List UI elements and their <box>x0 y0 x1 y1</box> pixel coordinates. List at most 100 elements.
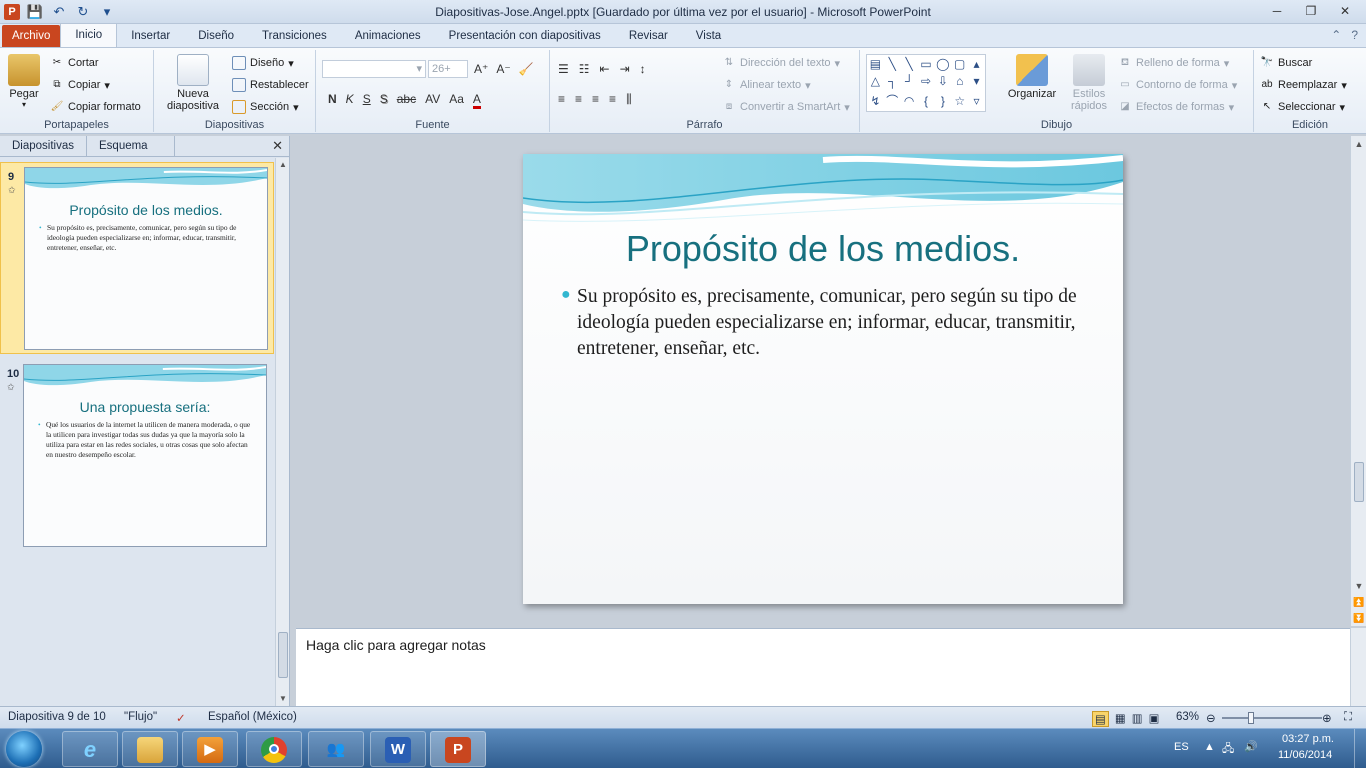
numbering-icon[interactable]: ☷ <box>579 62 590 76</box>
close-icon[interactable]: ✕ <box>1328 1 1362 21</box>
bold-button[interactable]: N <box>328 92 337 109</box>
fit-to-window-icon[interactable]: ⛶ <box>1344 711 1352 724</box>
grow-font-icon[interactable]: A⁺ <box>474 62 488 76</box>
slides-panel-scrollbar[interactable]: ▲ ▼ <box>275 158 289 706</box>
decrease-indent-icon[interactable]: ⇤ <box>600 62 610 76</box>
clock-time[interactable]: 03:27 p.m. <box>1282 733 1334 745</box>
tab-diapositivas[interactable]: Diapositivas <box>0 136 87 156</box>
normal-view-icon[interactable]: ▤ <box>1092 711 1109 727</box>
arrow-down-shape-icon[interactable]: ⇩ <box>938 74 948 88</box>
line-shape-icon[interactable]: ╲ <box>906 57 913 71</box>
more-shapes-icon[interactable]: ▿ <box>974 94 980 108</box>
strikethrough-button[interactable]: abc <box>397 92 416 109</box>
scroll-up-icon[interactable]: ▴ <box>974 57 980 71</box>
star-shape-icon[interactable]: ☆ <box>954 94 965 108</box>
align-right-icon[interactable]: ≡ <box>592 92 599 107</box>
clock-date[interactable]: 11/06/2014 <box>1278 749 1332 761</box>
change-case-button[interactable]: Aa <box>449 92 464 109</box>
brace-left-shape-icon[interactable]: { <box>924 94 928 108</box>
shape-effects-button[interactable]: ◪ Efectos de formas ▾ <box>1118 100 1234 114</box>
slide-sorter-icon[interactable]: ▦ <box>1115 711 1126 727</box>
textbox-shape-icon[interactable]: ▤ <box>870 57 881 71</box>
taskbar-word[interactable]: W <box>370 731 426 767</box>
show-hidden-icons-icon[interactable]: ▲ <box>1204 741 1215 753</box>
quick-styles-button[interactable]: Estilos rápidos <box>1064 54 1114 112</box>
freeform-shape-icon[interactable]: ↯ <box>870 94 880 108</box>
network-icon[interactable]: 🖧 <box>1222 740 1234 759</box>
slide-thumbnail[interactable]: Una propuesta sería: Qué los usuarios de… <box>23 364 267 547</box>
shapes-gallery[interactable]: ▤ ╲ ╲ ▭ ◯ ▢ ▴ △ ┐ ┘ ⇨ ⇩ ⌂ ▾ ↯ ⌒ ◠ { } ☆ … <box>866 54 986 112</box>
arc-shape-icon[interactable]: ◠ <box>904 94 914 108</box>
close-panel-icon[interactable]: ✕ <box>272 138 283 154</box>
line-spacing-icon[interactable]: ↕ <box>640 62 646 76</box>
zoom-out-icon[interactable]: ⊖ <box>1206 711 1216 725</box>
clear-format-icon[interactable]: 🧹 <box>519 62 534 76</box>
taskbar-media-player[interactable]: ▶ <box>182 731 238 767</box>
tab-archivo[interactable]: Archivo <box>2 25 61 47</box>
line-shape-icon[interactable]: ╲ <box>889 57 896 71</box>
convert-smartart-button[interactable]: ⧈ Convertir a SmartArt ▾ <box>722 100 850 114</box>
bullets-icon[interactable]: ☰ <box>558 62 569 76</box>
layout-button[interactable]: Diseño ▾ <box>232 56 294 70</box>
new-slide-button[interactable]: Nueva diapositiva <box>160 54 226 112</box>
minimize-icon[interactable]: ─ <box>1260 1 1294 21</box>
spacing-button[interactable]: AV <box>425 92 440 109</box>
scrollbar-thumb[interactable] <box>1354 462 1364 502</box>
connector-shape-icon[interactable]: ┐ <box>888 74 897 88</box>
taskbar-chrome[interactable] <box>246 731 302 767</box>
brace-right-shape-icon[interactable]: } <box>941 94 945 108</box>
language-bar[interactable]: ES <box>1174 741 1189 753</box>
font-color-button[interactable]: A <box>472 92 481 109</box>
taskbar-powerpoint[interactable]: P <box>430 731 486 767</box>
tab-insertar[interactable]: Insertar <box>117 25 184 47</box>
zoom-slider[interactable] <box>1222 717 1322 719</box>
tab-esquema[interactable]: Esquema <box>87 136 175 156</box>
shape-icon[interactable]: ⌂ <box>956 74 963 88</box>
tab-diseno[interactable]: Diseño <box>184 25 248 47</box>
slide-thumbnail[interactable]: Propósito de los medios. Su propósito es… <box>24 167 268 350</box>
underline-button[interactable]: S <box>363 92 371 109</box>
format-painter-button[interactable]: 🖌 Copiar formato <box>50 100 141 114</box>
arrange-button[interactable]: Organizar <box>1004 54 1060 100</box>
curve-shape-icon[interactable]: ⌒ <box>886 92 898 109</box>
section-button[interactable]: Sección ▾ <box>232 100 299 114</box>
align-left-icon[interactable]: ≡ <box>558 92 565 107</box>
slide-thumbnail-row[interactable]: 10 ✩ Una propuesta sería: Qué los usuari… <box>0 360 274 552</box>
scroll-down-icon[interactable]: ▾ <box>974 74 980 88</box>
scroll-down-icon[interactable]: ▼ <box>276 692 290 706</box>
columns-icon[interactable]: ⫼ <box>626 92 632 107</box>
next-slide-icon[interactable]: ⏬ <box>1351 610 1366 626</box>
text-direction-button[interactable]: ⇅ Dirección del texto ▾ <box>722 56 840 70</box>
tab-animaciones[interactable]: Animaciones <box>341 25 435 47</box>
rectangle-shape-icon[interactable]: ▭ <box>920 57 931 71</box>
font-size-combo[interactable]: 26+ <box>428 60 468 78</box>
zoom-level[interactable]: 63% <box>1176 711 1199 723</box>
italic-button[interactable]: K <box>346 92 354 109</box>
tab-transiciones[interactable]: Transiciones <box>248 25 341 47</box>
reading-view-icon[interactable]: ▥ <box>1132 711 1143 727</box>
show-desktop-button[interactable] <box>1354 729 1366 768</box>
notes-pane[interactable]: Haga clic para agregar notas <box>296 628 1350 706</box>
notes-placeholder[interactable]: Haga clic para agregar notas <box>306 637 486 653</box>
zoom-slider-knob[interactable] <box>1248 712 1254 724</box>
shrink-font-icon[interactable]: A⁻ <box>496 62 510 76</box>
taskbar-ie[interactable]: e <box>62 731 118 767</box>
scroll-up-icon[interactable]: ▲ <box>276 158 290 172</box>
help-icon[interactable]: ? <box>1351 28 1358 42</box>
spellcheck-icon[interactable]: ✓ <box>176 711 186 725</box>
start-button[interactable] <box>6 731 42 767</box>
oval-shape-icon[interactable]: ◯ <box>936 57 949 71</box>
justify-icon[interactable]: ≡ <box>609 92 616 107</box>
shadow-button[interactable]: S <box>380 92 388 109</box>
tab-inicio[interactable]: Inicio <box>60 23 118 47</box>
previous-slide-icon[interactable]: ⏫ <box>1351 594 1366 610</box>
tab-presentacion[interactable]: Presentación con diapositivas <box>435 25 615 47</box>
align-center-icon[interactable]: ≡ <box>575 92 582 107</box>
paste-button[interactable]: Pegar ▾ <box>4 54 44 109</box>
shape-fill-button[interactable]: ⛾ Relleno de forma ▾ <box>1118 56 1229 70</box>
scroll-up-icon[interactable]: ▲ <box>1351 136 1366 152</box>
zoom-in-icon[interactable]: ⊕ <box>1322 711 1332 725</box>
shape-outline-button[interactable]: ▭ Contorno de forma ▾ <box>1118 78 1237 92</box>
tab-vista[interactable]: Vista <box>682 25 735 47</box>
copy-button[interactable]: ⧉ Copiar ▾ <box>50 78 110 92</box>
